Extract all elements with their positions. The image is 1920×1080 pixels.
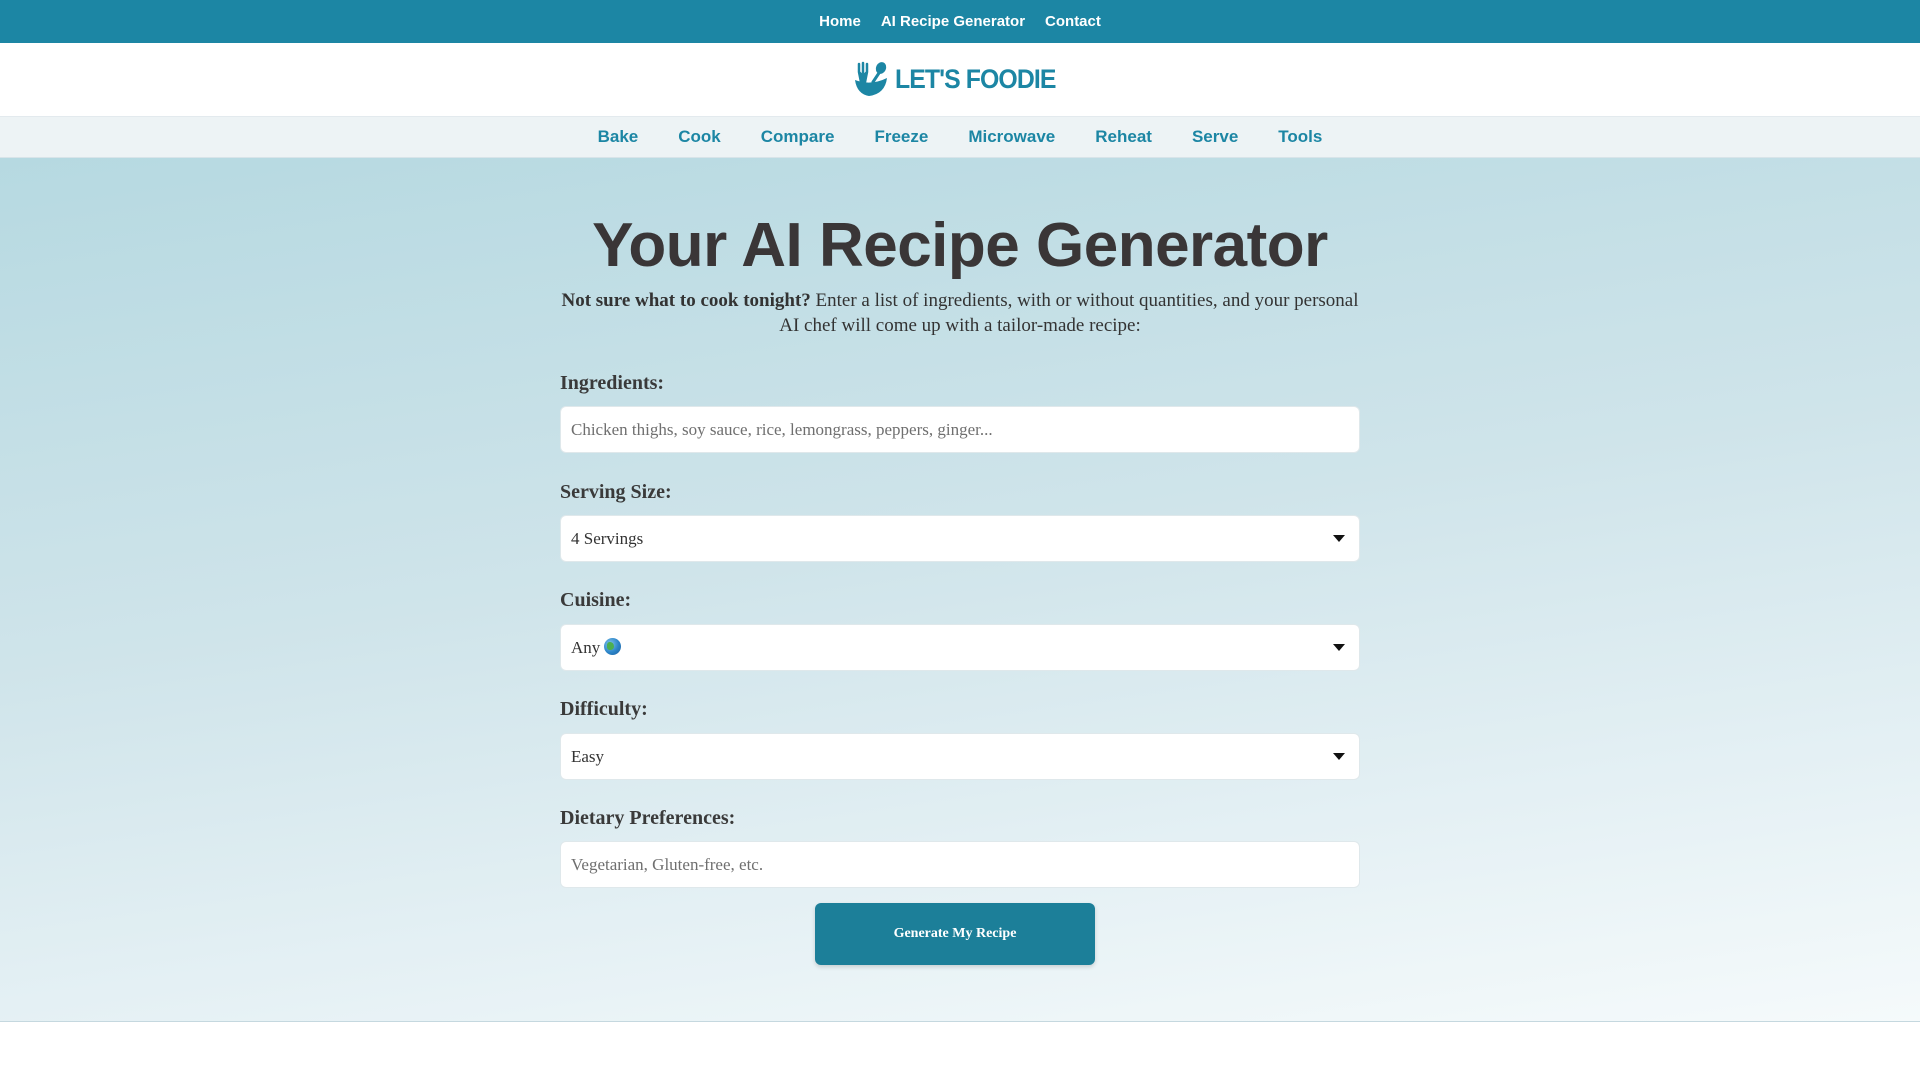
intro-body: Enter a list of ingredients, with or wit…: [779, 290, 1359, 336]
cuisine-select[interactable]: Any: [560, 624, 1360, 671]
category-bake-link[interactable]: Bake: [598, 127, 639, 147]
dietary-preferences-label: Dietary Preferences:: [560, 807, 736, 829]
difficulty-value: Easy: [571, 746, 605, 766]
dietary-field-wrapper: [560, 841, 1360, 888]
globe-icon: [604, 637, 622, 655]
cuisine-label: Cuisine:: [560, 589, 632, 611]
intro-text: Not sure what to cook tonight? Enter a l…: [560, 288, 1360, 338]
difficulty-select[interactable]: Easy: [560, 733, 1360, 780]
topnav-home-link[interactable]: Home: [819, 13, 861, 30]
cuisine-value: Any: [571, 637, 601, 657]
top-navigation: Home AI Recipe Generator Contact: [0, 0, 1920, 43]
chevron-down-icon: [1333, 644, 1345, 651]
difficulty-label: Difficulty:: [560, 698, 648, 720]
generate-recipe-button[interactable]: Generate My Recipe: [815, 903, 1095, 965]
category-reheat-link[interactable]: Reheat: [1095, 127, 1152, 147]
category-cook-link[interactable]: Cook: [678, 127, 721, 147]
category-microwave-link[interactable]: Microwave: [968, 127, 1055, 147]
category-freeze-link[interactable]: Freeze: [874, 127, 928, 147]
serving-size-value: 4 Servings: [571, 528, 644, 548]
serving-size-label: Serving Size:: [560, 481, 672, 503]
chevron-down-icon: [1333, 753, 1345, 760]
intro-bold: Not sure what to cook tonight?: [561, 290, 811, 311]
logo-bar: LET'S FOODIE: [0, 43, 1920, 117]
fork-spoon-bowl-logo-icon: [854, 61, 887, 96]
ingredients-input[interactable]: [571, 419, 1349, 440]
serving-size-select[interactable]: 4 Servings: [560, 515, 1360, 562]
ingredients-field-wrapper: [560, 406, 1360, 453]
page-title: Your AI Recipe Generator: [592, 211, 1328, 280]
chevron-down-icon: [1333, 535, 1345, 542]
logo-text: LET'S FOODIE: [894, 64, 1056, 94]
category-serve-link[interactable]: Serve: [1192, 127, 1238, 147]
topnav-ai-recipe-generator-link[interactable]: AI Recipe Generator: [881, 13, 1025, 30]
site-logo[interactable]: LET'S FOODIE: [851, 60, 1069, 100]
ingredients-label: Ingredients:: [560, 372, 665, 394]
category-compare-link[interactable]: Compare: [761, 127, 835, 147]
topnav-contact-link[interactable]: Contact: [1045, 13, 1101, 30]
category-tools-link[interactable]: Tools: [1278, 127, 1322, 147]
dietary-preferences-input[interactable]: [571, 854, 1349, 875]
category-navigation: Bake Cook Compare Freeze Microwave Rehea…: [0, 117, 1920, 158]
recipe-generator-section: Your AI Recipe Generator Not sure what t…: [0, 158, 1920, 1022]
